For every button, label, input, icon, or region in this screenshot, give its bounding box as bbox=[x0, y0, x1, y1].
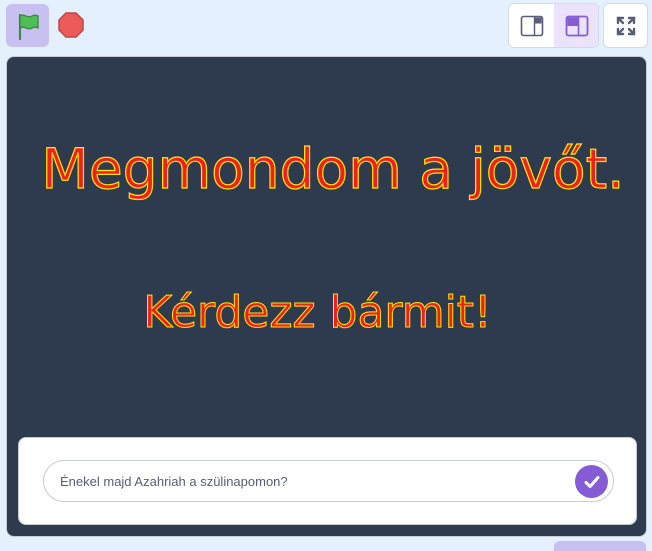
sprite-pane-tab-edge bbox=[554, 541, 646, 551]
answer-input[interactable] bbox=[43, 460, 614, 502]
checkmark-icon bbox=[584, 475, 599, 488]
stop-sign-icon bbox=[58, 12, 84, 38]
stop-button[interactable] bbox=[55, 9, 87, 41]
green-flag-icon bbox=[18, 13, 39, 40]
stage-size-toggle bbox=[508, 3, 599, 48]
answer-submit-button[interactable] bbox=[575, 465, 608, 498]
small-stage-button[interactable] bbox=[509, 4, 555, 47]
normal-stage-layout-icon bbox=[565, 15, 588, 36]
stage-title-text: Megmondom a jövőt. bbox=[41, 136, 625, 201]
stage-canvas[interactable]: Megmondom a jövőt. Kérdezz bármit! bbox=[6, 56, 647, 537]
fullscreen-icon bbox=[616, 16, 635, 35]
green-flag-button[interactable] bbox=[6, 4, 49, 47]
normal-stage-button[interactable] bbox=[554, 4, 598, 47]
stage-header bbox=[0, 0, 652, 52]
ask-prompt-panel bbox=[18, 437, 637, 525]
fullscreen-button[interactable] bbox=[603, 3, 648, 48]
stage-subtitle-text: Kérdezz bármit! bbox=[143, 287, 492, 339]
small-stage-layout-icon bbox=[520, 15, 543, 36]
